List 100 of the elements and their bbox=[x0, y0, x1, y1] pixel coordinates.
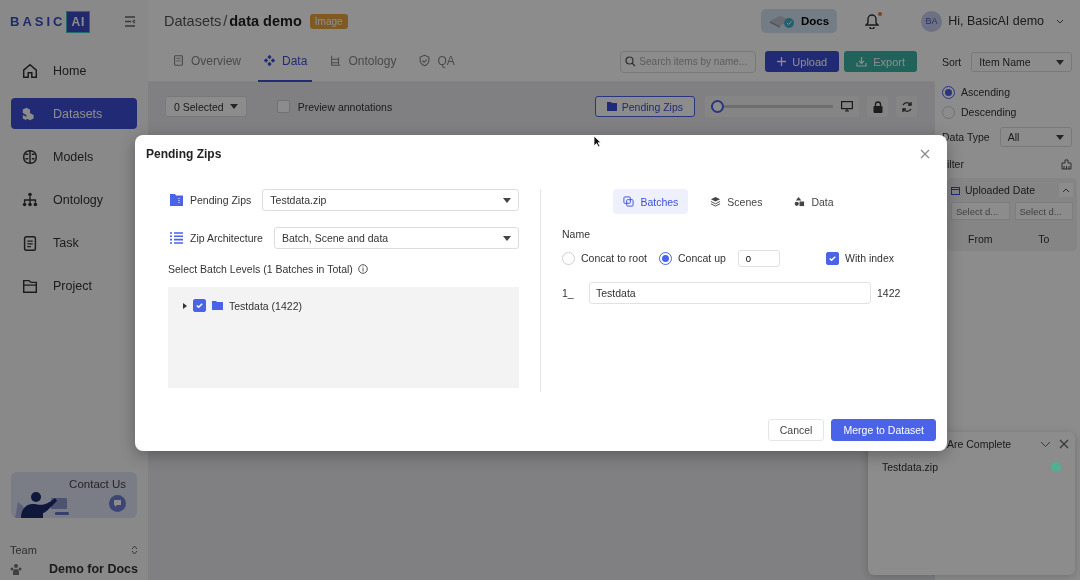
checkbox[interactable] bbox=[193, 299, 206, 312]
hierarchy-icon bbox=[21, 190, 39, 209]
nav-item[interactable]: Datasets bbox=[11, 98, 137, 129]
breadcrumb-separator: / bbox=[223, 13, 228, 29]
radio-button[interactable] bbox=[942, 85, 955, 99]
view-tab[interactable]: Data bbox=[784, 189, 844, 214]
to-label: To bbox=[1037, 233, 1051, 245]
view-tab[interactable]: Batches bbox=[613, 189, 689, 214]
data-type-dropdown[interactable]: All bbox=[999, 127, 1072, 147]
refresh-icon bbox=[900, 100, 913, 113]
folder-icon bbox=[212, 301, 223, 310]
chevron-down-icon[interactable] bbox=[1040, 440, 1051, 448]
close-icon[interactable] bbox=[1059, 439, 1069, 449]
collapse-icon[interactable] bbox=[124, 16, 136, 27]
team-name[interactable]: Demo for Docs bbox=[49, 562, 138, 576]
plus-icon bbox=[777, 57, 787, 66]
tab[interactable]: QA bbox=[413, 41, 460, 82]
nav-item[interactable]: Task bbox=[11, 227, 137, 258]
caret-icon bbox=[503, 235, 511, 241]
dialog-title: Pending Zips bbox=[146, 147, 222, 161]
file-name: Testdata.zip bbox=[882, 461, 939, 473]
index-label: 1_ bbox=[562, 287, 575, 299]
list-icon bbox=[170, 232, 183, 244]
end-date-field[interactable]: Select d... bbox=[1014, 202, 1073, 220]
name-mode-label: Concat up bbox=[677, 252, 726, 264]
caret-icon bbox=[229, 104, 238, 109]
nav-item[interactable]: Models bbox=[11, 141, 137, 172]
chevron-down-icon[interactable] bbox=[1056, 18, 1064, 24]
home-icon bbox=[21, 61, 39, 80]
dropdown[interactable]: Batch, Scene and data bbox=[273, 227, 519, 249]
lock-button[interactable] bbox=[867, 96, 888, 117]
checkbox[interactable] bbox=[825, 251, 839, 265]
logo-text: BASIC bbox=[10, 14, 66, 29]
checkmark-icon bbox=[195, 301, 204, 310]
from-label: From bbox=[967, 233, 994, 245]
radio-button[interactable] bbox=[658, 251, 672, 265]
user-greeting[interactable]: Hi, BasicAI demo bbox=[948, 14, 1044, 28]
caret-icon bbox=[503, 197, 511, 203]
name-label: Name bbox=[562, 228, 591, 240]
dropdown[interactable]: Testdata.zip bbox=[262, 189, 519, 211]
start-date-field[interactable]: Select d... bbox=[951, 202, 1010, 220]
book-icon bbox=[769, 13, 795, 29]
sort-label: Sort bbox=[942, 56, 962, 68]
bell-icon[interactable] bbox=[865, 13, 880, 29]
tab[interactable]: Ontology bbox=[324, 41, 402, 82]
sort-icon[interactable] bbox=[131, 545, 138, 555]
team-icon bbox=[10, 563, 22, 575]
monitor-icon bbox=[841, 101, 853, 112]
level-input[interactable]: 0 bbox=[737, 249, 780, 267]
team-label: Team bbox=[10, 544, 37, 556]
view-tab[interactable]: Scenes bbox=[700, 189, 773, 214]
tab[interactable]: Overview bbox=[167, 41, 246, 82]
collapse-button[interactable] bbox=[1059, 183, 1073, 197]
field-label: Zip Architecture bbox=[190, 232, 263, 244]
contact-card[interactable]: Contact Us bbox=[11, 472, 137, 518]
expand-arrow-icon[interactable] bbox=[182, 302, 187, 309]
batch-levels-label: Select Batch Levels (1 Batches in Total) bbox=[168, 263, 353, 275]
merge-button[interactable]: Merge to Dataset bbox=[831, 419, 936, 441]
sort-order-label: Ascending bbox=[961, 86, 1011, 98]
field-label: Pending Zips bbox=[190, 194, 252, 206]
item-count: 1422 bbox=[877, 287, 902, 299]
filter-title: Uploaded Date bbox=[965, 184, 1036, 196]
logo-badge: AI bbox=[67, 11, 90, 32]
zoom-slider[interactable] bbox=[705, 96, 859, 117]
breadcrumb-link[interactable]: Datasets bbox=[164, 13, 222, 29]
sort-order-label: Descending bbox=[961, 106, 1017, 118]
name-mode-label: Concat to root bbox=[581, 252, 647, 264]
diamonds-icon bbox=[263, 54, 276, 67]
preview-label: Preview annotations bbox=[297, 100, 393, 113]
cancel-button[interactable]: Cancel bbox=[767, 419, 825, 441]
tree-icon bbox=[329, 54, 343, 67]
upload-button[interactable]: Upload bbox=[765, 51, 840, 72]
calendar-icon bbox=[951, 185, 960, 195]
search-icon bbox=[625, 56, 637, 67]
docs-button[interactable]: Docs bbox=[761, 9, 838, 33]
tree-node-label[interactable]: Testdata (1422) bbox=[229, 299, 302, 312]
shield-check-icon bbox=[418, 54, 432, 67]
copy-icon bbox=[623, 196, 635, 207]
document-icon bbox=[172, 54, 185, 67]
clipboard-icon bbox=[21, 233, 39, 252]
user-avatar[interactable]: BA bbox=[921, 10, 943, 32]
info-icon[interactable] bbox=[357, 264, 368, 274]
brain-icon bbox=[21, 147, 39, 166]
nav-item[interactable]: Project bbox=[11, 270, 137, 301]
nav-item[interactable]: Home bbox=[11, 55, 137, 86]
refresh-button[interactable] bbox=[896, 96, 917, 117]
with-index-label: With index bbox=[844, 252, 894, 264]
chat-icon[interactable] bbox=[109, 495, 126, 512]
close-icon[interactable] bbox=[920, 149, 930, 159]
nav-item[interactable]: Ontology bbox=[11, 184, 137, 215]
caret-icon bbox=[1056, 134, 1064, 140]
batch-name-input[interactable]: Testdata bbox=[589, 282, 871, 304]
shapes-icon bbox=[794, 196, 806, 207]
pending-zips-button[interactable]: Pending Zips bbox=[594, 96, 695, 117]
selection-dropdown[interactable]: 0 Selected bbox=[165, 96, 247, 117]
lock-icon bbox=[872, 100, 883, 113]
layers-icon bbox=[710, 196, 722, 207]
sort-dropdown[interactable]: Item Name bbox=[971, 52, 1072, 72]
breadcrumb-current: data demo bbox=[229, 13, 302, 29]
download-icon bbox=[856, 56, 868, 67]
